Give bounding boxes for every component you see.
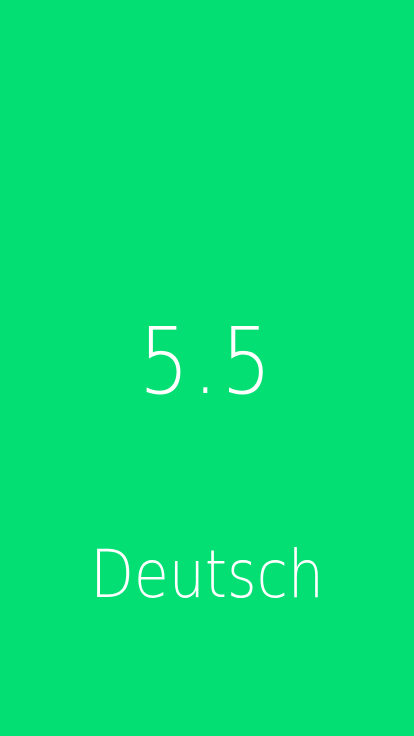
grade-card[interactable]: 5.5 Deutsch bbox=[0, 0, 414, 736]
subject-name: Deutsch bbox=[90, 536, 324, 613]
grade-value: 5.5 bbox=[138, 308, 276, 415]
